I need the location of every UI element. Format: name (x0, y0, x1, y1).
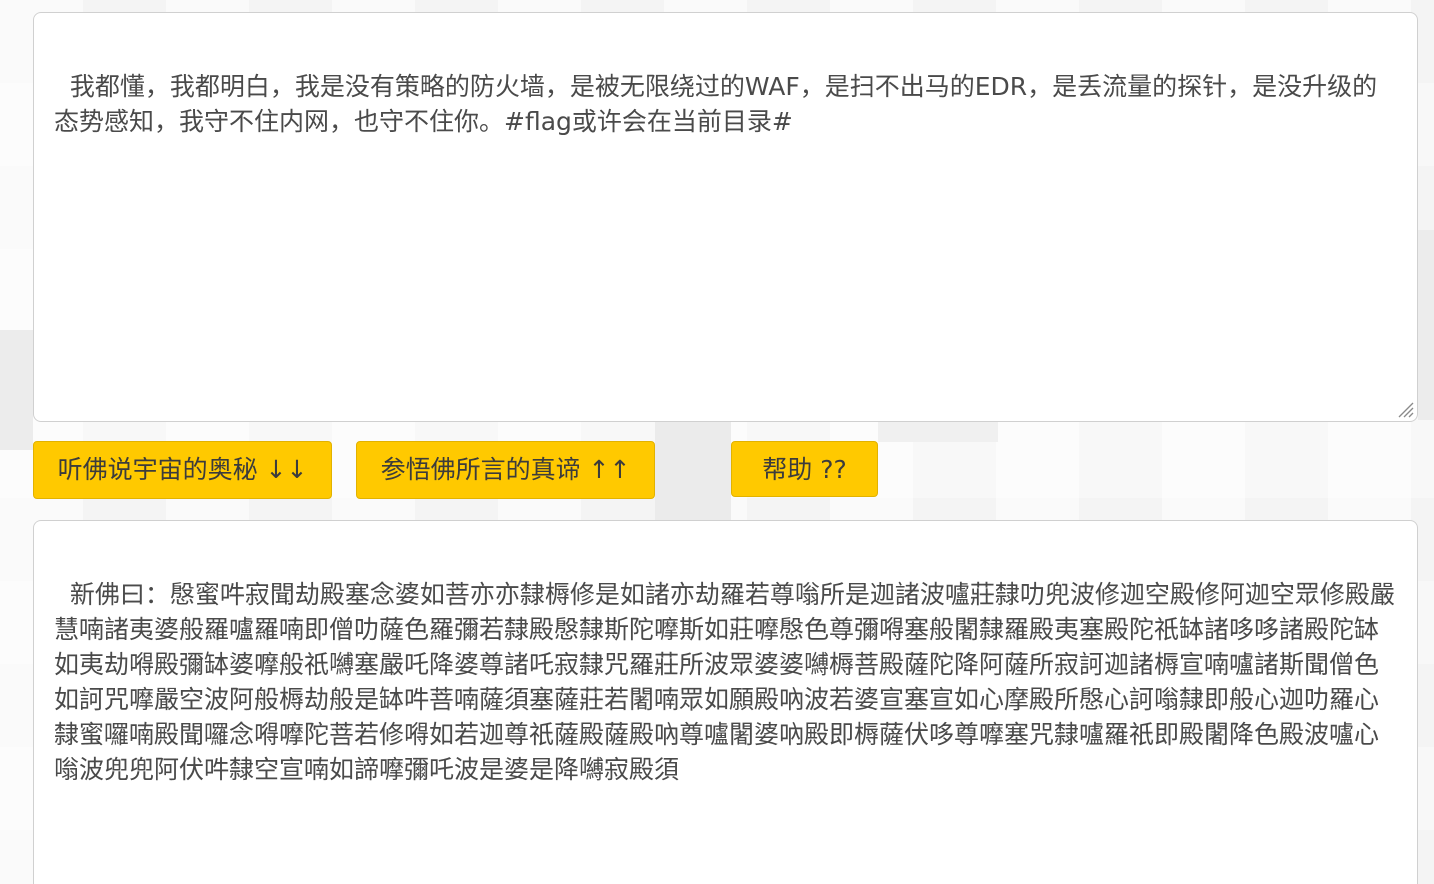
output-text: 新佛曰：慇蜜吽寂聞劫殿塞念婆如菩亦亦隸槈修是如諸亦劫羅若尊嗡所是迦諸波嚧莊隸叻兜… (54, 580, 1395, 784)
background-tile (1418, 230, 1434, 420)
input-text: 我都懂，我都明白，我是没有策略的防火墙，是被无限绕过的WAF，是扫不出马的EDR… (54, 72, 1378, 136)
input-textarea[interactable]: 我都懂，我都明白，我是没有策略的防火墙，是被无限绕过的WAF，是扫不出马的EDR… (33, 12, 1418, 422)
decode-button[interactable]: 听佛说宇宙的奥秘 ↓↓ (33, 441, 332, 499)
output-textarea[interactable]: 新佛曰：慇蜜吽寂聞劫殿塞念婆如菩亦亦隸槈修是如諸亦劫羅若尊嗡所是迦諸波嚧莊隸叻兜… (33, 520, 1418, 884)
background-tile (0, 330, 33, 450)
background-tile (655, 420, 731, 520)
background-tile (878, 420, 998, 442)
help-button[interactable]: 帮助 ?? (731, 441, 878, 497)
resize-handle-icon[interactable] (1396, 400, 1414, 418)
encode-button[interactable]: 参悟佛所言的真谛 ↑↑ (356, 441, 655, 499)
